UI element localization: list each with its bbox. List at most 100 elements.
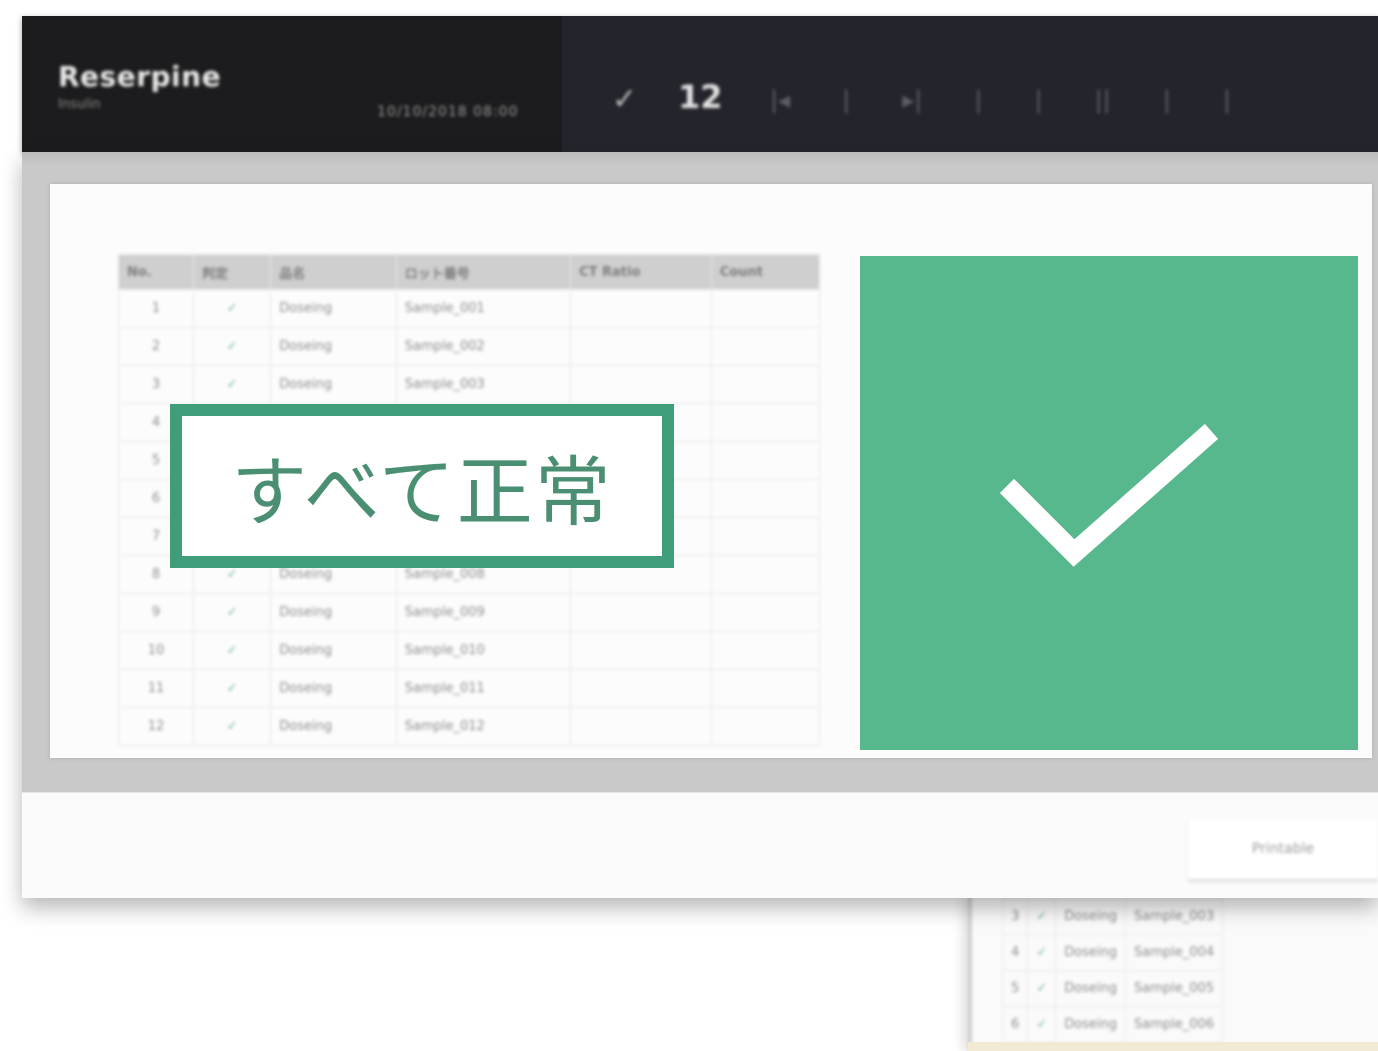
row-number: 12: [118, 707, 194, 746]
column-header-no[interactable]: No.: [118, 254, 194, 290]
column-icon[interactable]: ||: [1095, 86, 1111, 114]
empty-cell: [710, 441, 821, 480]
empty-cell: [570, 327, 712, 366]
dialog-content: No. 判定 品名 ロット番号 CT Ratio Count 1 ✓ Doseing…: [50, 184, 1372, 758]
row-number: 2: [118, 327, 194, 366]
dialog-footer: Printable: [22, 792, 1378, 898]
product-name-cell: Doseing: [270, 593, 397, 632]
empty-cell: [710, 403, 821, 442]
table-row[interactable]: 1 ✓ Doseing Sample_001: [118, 289, 821, 328]
row-number: 6: [1001, 1006, 1029, 1043]
lot-number-cell: Sample_003: [1125, 898, 1224, 935]
printable-button[interactable]: Printable: [1188, 819, 1378, 881]
all-normal-label: すべて正常: [170, 404, 674, 568]
product-name-cell: Doseing: [270, 365, 397, 404]
column-header-ct-ratio[interactable]: CT Ratio: [570, 254, 712, 290]
empty-cell: [710, 669, 821, 708]
empty-cell: [570, 669, 712, 708]
lot-number-cell: Sample_004: [1125, 934, 1224, 971]
empty-cell: [570, 365, 712, 404]
header-timestamp: 10/10/2018 08:00: [377, 104, 519, 120]
column-header-count[interactable]: Count: [710, 254, 821, 290]
empty-cell: [570, 631, 712, 670]
background-results-panel: 3 ✓ Doseing Sample_003 4 ✓ Doseing Sample_004 5 ✓…: [968, 896, 1378, 1051]
row-number: 11: [118, 669, 194, 708]
lot-number-cell: Sample_010: [395, 631, 572, 670]
empty-cell: [710, 479, 821, 518]
row-number: 5: [1001, 970, 1029, 1007]
check-icon: ✓: [612, 82, 638, 117]
divider-icon: |: [842, 86, 851, 114]
table-row[interactable]: 3 ✓ Doseing Sample_003: [1001, 898, 1224, 935]
empty-cell: [710, 289, 821, 328]
empty-cell: [710, 327, 821, 366]
app-name: Reserpine: [58, 60, 222, 93]
empty-cell: [710, 555, 821, 594]
empty-cell: [710, 593, 821, 632]
product-name-cell: Doseing: [1055, 970, 1127, 1007]
result-dialog: No. 判定 品名 ロット番号 CT Ratio Count 1 ✓ Doseing…: [22, 152, 1378, 898]
app-subtitle: Insulin: [58, 97, 101, 112]
row-number: 9: [118, 593, 194, 632]
table-row[interactable]: 3 ✓ Doseing Sample_003: [118, 365, 821, 404]
divider-icon: |: [1034, 86, 1043, 114]
table-row[interactable]: 2 ✓ Doseing Sample_002: [118, 327, 821, 366]
product-name-cell: Doseing: [1055, 934, 1127, 971]
ok-check-icon: ✓: [192, 631, 272, 670]
table-row[interactable]: 10 ✓ Doseing Sample_010: [118, 631, 821, 670]
bottom-status-strip: [968, 1042, 1378, 1051]
last-page-icon[interactable]: ▸|: [902, 86, 922, 114]
divider-icon: |: [1162, 86, 1171, 114]
lot-number-cell: Sample_011: [395, 669, 572, 708]
ok-check-icon: ✓: [192, 289, 272, 328]
lot-number-cell: Sample_002: [395, 327, 572, 366]
table-row[interactable]: 9 ✓ Doseing Sample_009: [118, 593, 821, 632]
product-name-cell: Doseing: [270, 631, 397, 670]
product-name-cell: Doseing: [270, 707, 397, 746]
app-header: Reserpine Insulin 10/10/2018 08:00 ✓ 12 …: [22, 16, 1378, 152]
ok-check-icon: ✓: [1027, 970, 1057, 1007]
divider-icon: |: [1222, 86, 1231, 114]
column-header-product[interactable]: 品名: [270, 254, 397, 290]
table-row[interactable]: 11 ✓ Doseing Sample_011: [118, 669, 821, 708]
pass-count: 12: [678, 78, 723, 116]
ok-check-icon: ✓: [1027, 1006, 1057, 1043]
ok-check-icon: ✓: [192, 365, 272, 404]
ok-check-icon: ✓: [1027, 934, 1057, 971]
empty-cell: [570, 593, 712, 632]
row-number: 3: [118, 365, 194, 404]
row-number: 3: [1001, 898, 1029, 935]
big-check-icon: [999, 423, 1219, 567]
column-header-lot[interactable]: ロット番号: [395, 254, 572, 290]
brand: Reserpine Insulin: [58, 60, 221, 112]
toolbar-icons: |◂ | ▸| | | || | |: [770, 86, 1231, 114]
table-row[interactable]: 6✓DoseingSample_006: [1001, 1006, 1224, 1043]
divider-icon: |: [974, 86, 983, 114]
dialog-body: No. 判定 品名 ロット番号 CT Ratio Count 1 ✓ Doseing…: [22, 152, 1378, 792]
product-name-cell: Doseing: [270, 289, 397, 328]
empty-cell: [710, 365, 821, 404]
ok-check-icon: ✓: [192, 593, 272, 632]
lot-number-cell: Sample_005: [1125, 970, 1224, 1007]
table-row[interactable]: 12 ✓ Doseing Sample_012: [118, 707, 821, 746]
row-number: 1: [118, 289, 194, 328]
product-name-cell: Doseing: [1055, 1006, 1127, 1043]
row-number: 10: [118, 631, 194, 670]
table-header-row: No. 判定 品名 ロット番号 CT Ratio Count: [118, 254, 821, 290]
empty-cell: [710, 707, 821, 746]
row-number: 4: [1001, 934, 1029, 971]
lot-number-cell: Sample_003: [395, 365, 572, 404]
lot-number-cell: Sample_006: [1125, 1006, 1224, 1043]
table-row[interactable]: 4✓DoseingSample_004: [1001, 934, 1224, 971]
ok-check-icon: ✓: [192, 327, 272, 366]
column-header-judgement[interactable]: 判定: [192, 254, 272, 290]
product-name-cell: Doseing: [1055, 898, 1127, 935]
first-page-icon[interactable]: |◂: [770, 86, 790, 114]
lot-number-cell: Sample_012: [395, 707, 572, 746]
product-name-cell: Doseing: [270, 327, 397, 366]
table-row[interactable]: 5✓DoseingSample_005: [1001, 970, 1224, 1007]
lot-number-cell: Sample_009: [395, 593, 572, 632]
empty-cell: [570, 289, 712, 328]
success-tile: [860, 256, 1358, 750]
empty-cell: [710, 517, 821, 556]
